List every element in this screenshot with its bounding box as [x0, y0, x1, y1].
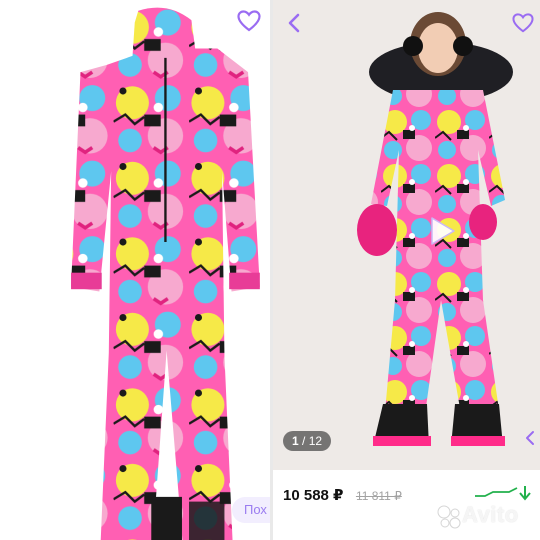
listing-card-right[interactable]: 1 / 12 10 588 ₽ 11 811 ₽ [273, 0, 540, 540]
similar-items-button[interactable]: Пох [232, 497, 270, 523]
heart-outline-icon [237, 10, 261, 32]
heart-outline-icon [512, 13, 534, 33]
product-photo-girl-in-jumpsuit [273, 0, 540, 470]
old-price: 11 811 ₽ [355, 489, 402, 503]
listing-card-left[interactable]: Пох [0, 0, 270, 540]
avito-logo-icon [437, 505, 461, 529]
next-photo-button[interactable] [520, 428, 540, 448]
avito-watermark: Avito [436, 500, 536, 534]
product-photo-jumpsuit[interactable] [0, 0, 270, 540]
watermark-brand: Avito [462, 502, 519, 527]
chevron-left-icon [526, 431, 534, 445]
photo-counter-current: 1 [292, 434, 299, 448]
play-video-button[interactable] [425, 214, 459, 248]
photo-gallery[interactable]: 1 / 12 [273, 0, 540, 470]
price-row: 10 588 ₽ 11 811 ₽ [283, 486, 402, 508]
play-icon [431, 217, 455, 245]
chevron-left-icon [288, 13, 300, 33]
favorite-button[interactable] [508, 8, 538, 38]
current-price: 10 588 ₽ [283, 487, 344, 504]
back-button[interactable] [279, 8, 309, 38]
photo-counter-total: / 12 [302, 434, 323, 448]
photo-counter: 1 / 12 [283, 431, 332, 451]
favorite-button[interactable] [234, 6, 264, 36]
